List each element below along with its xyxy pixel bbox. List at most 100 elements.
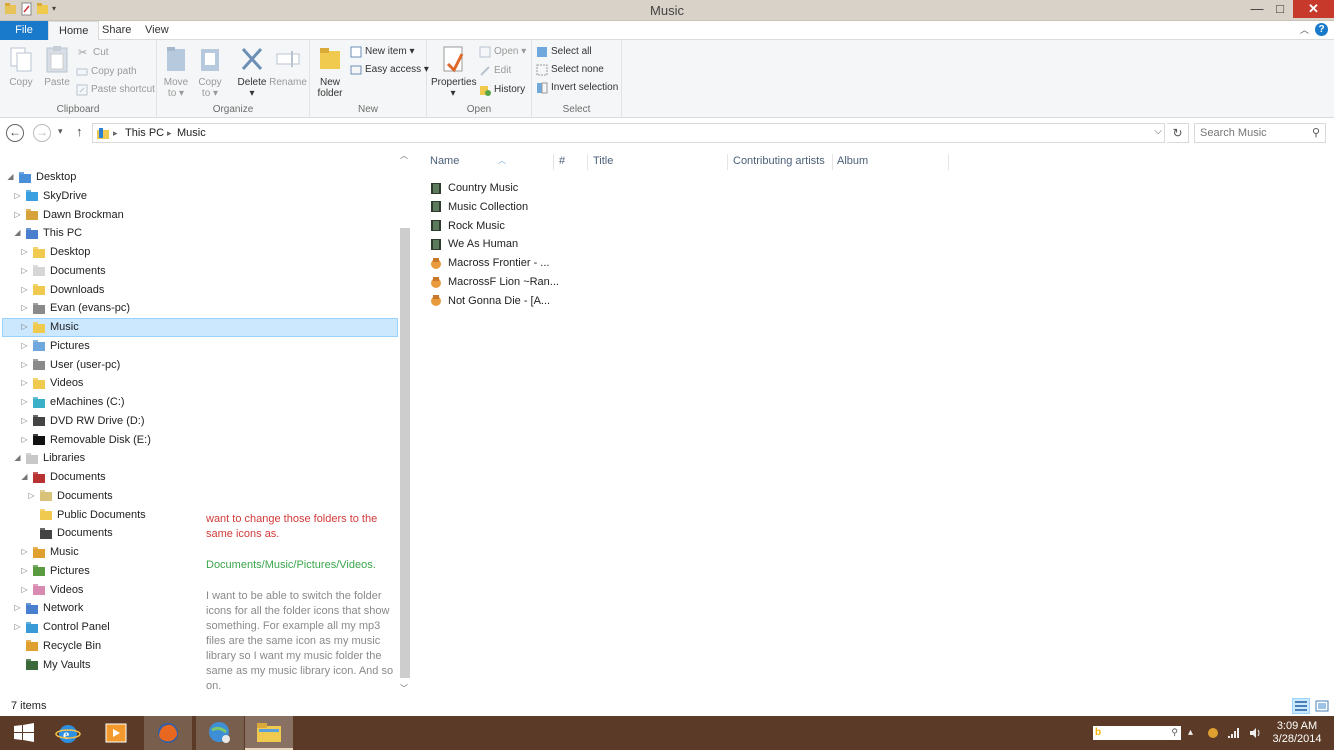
taskbar-internet-explorer[interactable]: e: [44, 716, 92, 750]
tree-item[interactable]: My Vaults: [13, 656, 90, 674]
collapse-ribbon-chevron-icon[interactable]: ︿: [1300, 23, 1309, 36]
tray-app-icon[interactable]: [1207, 727, 1219, 742]
expand-arrow-icon[interactable]: ▷: [13, 599, 22, 617]
search-input[interactable]: [1195, 124, 1303, 142]
file-row[interactable]: We As Human: [430, 235, 560, 253]
column-header-contributing-artists[interactable]: Contributing artists: [729, 154, 833, 170]
expand-arrow-icon[interactable]: ▷: [13, 206, 22, 224]
bing-search-box[interactable]: b ⚲: [1093, 726, 1181, 740]
back-button[interactable]: ←: [6, 124, 24, 142]
taskbar-firefox[interactable]: [144, 716, 192, 750]
select-none-button[interactable]: Select none: [536, 62, 604, 78]
tree-item[interactable]: ▷ Network: [13, 599, 83, 617]
file-row[interactable]: MacrossF Lion ~Ran...: [430, 273, 560, 291]
open-button[interactable]: Open ▾: [479, 44, 526, 60]
close-button[interactable]: ✕: [1293, 0, 1334, 18]
tree-item[interactable]: ◢ Documents: [20, 468, 105, 486]
file-row[interactable]: Music Collection: [430, 198, 560, 216]
tree-item[interactable]: ▷ Music: [20, 318, 78, 336]
easy-access-button[interactable]: Easy access ▾: [350, 62, 429, 78]
tree-item[interactable]: ▷ Control Panel: [13, 618, 109, 636]
expand-arrow-icon[interactable]: ▷: [20, 412, 29, 430]
scrollbar-thumb[interactable]: [400, 228, 410, 678]
details-view-button[interactable]: [1292, 698, 1310, 714]
column-header-title[interactable]: Title: [589, 154, 728, 170]
taskbar-network-app[interactable]: [196, 716, 244, 750]
volume-icon[interactable]: [1249, 727, 1261, 742]
search-box[interactable]: ⚲: [1194, 123, 1326, 143]
file-row[interactable]: Not Gonna Die - [A...: [430, 292, 560, 310]
expand-arrow-icon[interactable]: ▷: [20, 431, 29, 449]
tree-item[interactable]: ▷ DVD RW Drive (D:): [20, 412, 144, 430]
tree-item[interactable]: ▷ User (user-pc): [20, 356, 120, 374]
expand-arrow-icon[interactable]: ▷: [20, 262, 29, 280]
tree-item[interactable]: ▷ Dawn Brockman: [13, 206, 123, 224]
navigation-scrollbar[interactable]: ︿ ﹀: [398, 148, 412, 696]
tree-item[interactable]: ▷ Videos: [20, 374, 83, 392]
tree-item[interactable]: ▷ Pictures: [20, 337, 89, 355]
tree-item[interactable]: ◢ This PC: [13, 224, 82, 242]
copy-to-button[interactable]: Copy to ▾: [195, 44, 225, 99]
file-list[interactable]: ︿ Name # Title Contributing artists Albu…: [414, 148, 1334, 696]
refresh-button[interactable]: ↻: [1167, 123, 1189, 143]
expand-arrow-icon[interactable]: ▷: [20, 318, 29, 336]
tab-view[interactable]: View: [135, 21, 179, 40]
taskbar-media-player[interactable]: [92, 716, 140, 750]
rename-button[interactable]: Rename: [269, 44, 307, 88]
tree-item[interactable]: Public Documents: [27, 506, 146, 524]
large-icons-view-button[interactable]: [1313, 698, 1331, 714]
tree-item[interactable]: ▷ Removable Disk (E:): [20, 431, 150, 449]
expand-arrow-icon[interactable]: ◢: [6, 168, 15, 186]
address-bar[interactable]: ▸ This PC ▸ Music ⌵: [92, 123, 1165, 143]
copy-button[interactable]: Copy: [6, 44, 36, 88]
tree-item[interactable]: ▷ Pictures: [20, 562, 89, 580]
taskbar-clock[interactable]: 3:09 AM 3/28/2014: [1262, 720, 1332, 746]
taskbar-file-explorer[interactable]: [245, 716, 293, 750]
address-history-chevron-icon[interactable]: ⌵: [1154, 126, 1162, 137]
expand-arrow-icon[interactable]: ◢: [20, 468, 29, 486]
expand-arrow-icon[interactable]: ▷: [20, 356, 29, 374]
expand-arrow-icon[interactable]: ▷: [20, 299, 29, 317]
column-header-name[interactable]: ︿ Name: [426, 154, 554, 170]
recent-locations-chevron-icon[interactable]: ▾: [58, 126, 63, 137]
network-signal-icon[interactable]: [1227, 727, 1239, 742]
expand-arrow-icon[interactable]: ▷: [13, 187, 22, 205]
tab-file[interactable]: File: [0, 21, 48, 40]
start-button[interactable]: [0, 716, 48, 750]
file-row[interactable]: Macross Frontier - ...: [430, 254, 560, 272]
properties-button[interactable]: Properties ▾: [431, 44, 477, 99]
invert-selection-button[interactable]: Invert selection: [536, 80, 618, 96]
move-to-button[interactable]: Move to ▾: [161, 44, 191, 99]
tree-item[interactable]: ▷ Videos: [20, 581, 83, 599]
tree-item[interactable]: ◢ Desktop: [6, 168, 76, 186]
file-row[interactable]: Country Music: [430, 179, 560, 197]
breadcrumb-music[interactable]: Music: [177, 127, 206, 139]
forward-button[interactable]: →: [33, 124, 51, 142]
copy-path-button[interactable]: Copy path: [76, 64, 137, 80]
navigation-pane[interactable]: ◢ Desktop ▷ SkyDrive ▷ Dawn Brockman ◢ This PC ▷…: [0, 148, 414, 696]
new-folder-button[interactable]: New folder: [314, 44, 346, 99]
tree-item[interactable]: Documents: [27, 524, 113, 542]
file-row[interactable]: Rock Music: [430, 217, 560, 235]
expand-arrow-icon[interactable]: ▷: [13, 618, 22, 636]
column-header-album[interactable]: Album: [833, 154, 949, 170]
expand-arrow-icon[interactable]: ▷: [20, 543, 29, 561]
tree-item[interactable]: ▷ Evan (evans-pc): [20, 299, 130, 317]
help-icon[interactable]: ?: [1315, 23, 1328, 36]
expand-arrow-icon[interactable]: ◢: [13, 224, 22, 242]
expand-arrow-icon[interactable]: ▷: [27, 487, 36, 505]
title-bar[interactable]: ▾ Music — □ ✕: [0, 0, 1334, 21]
delete-button[interactable]: Delete ▾: [235, 44, 269, 99]
tree-item[interactable]: ▷ Desktop: [20, 243, 90, 261]
select-all-button[interactable]: Select all: [536, 44, 592, 60]
search-icon[interactable]: ⚲: [1312, 126, 1320, 139]
tree-item[interactable]: ▷ Documents: [27, 487, 112, 505]
history-button[interactable]: History: [479, 82, 525, 98]
tree-item[interactable]: ▷ Downloads: [20, 281, 104, 299]
tree-item[interactable]: ▷ SkyDrive: [13, 187, 87, 205]
tree-item[interactable]: Recycle Bin: [13, 637, 101, 655]
scroll-down-icon[interactable]: ﹀: [400, 683, 408, 694]
expand-arrow-icon[interactable]: ▷: [20, 393, 29, 411]
show-hidden-icons-chevron-icon[interactable]: ▴: [1188, 727, 1193, 738]
edit-button[interactable]: Edit: [479, 63, 511, 79]
